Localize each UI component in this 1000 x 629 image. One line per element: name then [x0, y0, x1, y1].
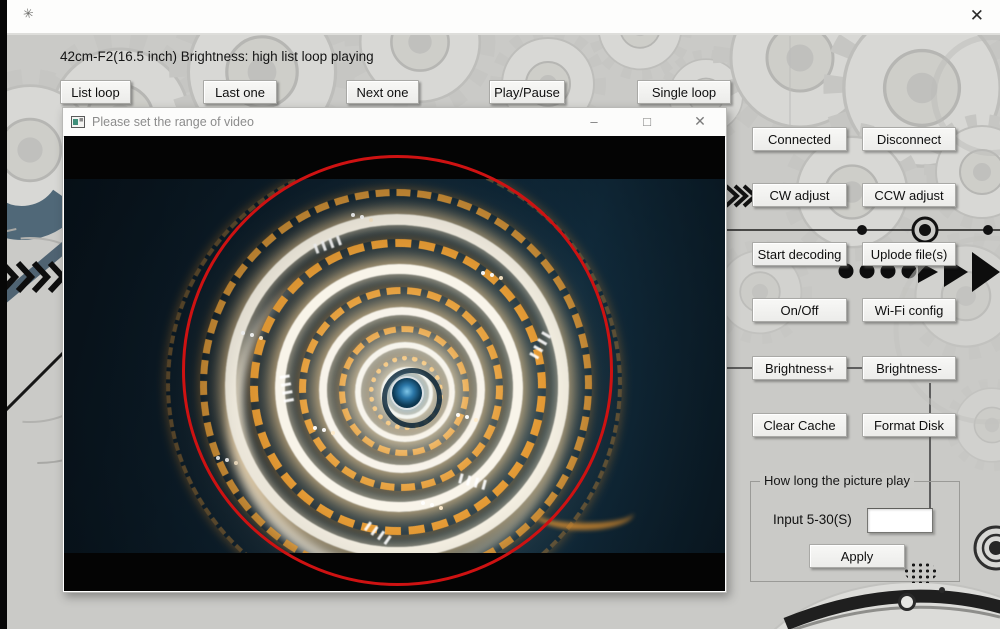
- app-icon: ✳: [21, 5, 35, 23]
- group-title: How long the picture play: [760, 473, 914, 488]
- ccw-adjust-button[interactable]: CCW adjust: [862, 183, 956, 207]
- app-title-bar: ✳ ✕: [7, 0, 1000, 35]
- clear-cache-button[interactable]: Clear Cache: [752, 413, 847, 437]
- duration-input-label: Input 5-30(S): [773, 512, 852, 527]
- screen-left-edge: [0, 0, 7, 629]
- upload-files-button[interactable]: Uplode file(s): [862, 242, 956, 266]
- close-icon[interactable]: ✕: [687, 108, 713, 135]
- brightness-minus-button[interactable]: Brightness-: [862, 356, 956, 380]
- list-loop-button[interactable]: List loop: [60, 80, 131, 104]
- status-text: 42cm-F2(16.5 inch) Brightness: high list…: [60, 49, 374, 64]
- brightness-plus-button[interactable]: Brightness+: [752, 356, 847, 380]
- format-disk-button[interactable]: Format Disk: [862, 413, 956, 437]
- wifi-config-button[interactable]: Wi-Fi config: [862, 298, 956, 322]
- video-frame: [64, 136, 725, 591]
- single-loop-button[interactable]: Single loop: [637, 80, 731, 104]
- app-close-icon[interactable]: ✕: [970, 5, 984, 27]
- cw-adjust-button[interactable]: CW adjust: [752, 183, 847, 207]
- window-title-bar[interactable]: Please set the range of video – □ ✕: [63, 108, 726, 137]
- image-icon: [71, 116, 85, 128]
- play-pause-button[interactable]: Play/Pause: [489, 80, 565, 104]
- duration-input[interactable]: [867, 508, 933, 533]
- apply-button[interactable]: Apply: [809, 544, 905, 568]
- on-off-button[interactable]: On/Off: [752, 298, 847, 322]
- picture-duration-group: How long the picture play Input 5-30(S) …: [750, 481, 960, 582]
- app-root: ✳ ✕ 42cm-F2(16.5 inch) Brightness: high …: [0, 0, 1000, 629]
- next-one-button[interactable]: Next one: [346, 80, 419, 104]
- connected-button[interactable]: Connected: [752, 127, 847, 151]
- halftone-decoration: [903, 562, 939, 583]
- annotation-circle: [182, 155, 613, 586]
- video-range-window: Please set the range of video – □ ✕: [62, 107, 727, 593]
- minimize-icon[interactable]: –: [581, 108, 607, 135]
- start-decoding-button[interactable]: Start decoding: [752, 242, 847, 266]
- disconnect-button[interactable]: Disconnect: [862, 127, 956, 151]
- maximize-icon[interactable]: □: [634, 108, 660, 135]
- last-one-button[interactable]: Last one: [203, 80, 277, 104]
- window-title: Please set the range of video: [92, 115, 254, 129]
